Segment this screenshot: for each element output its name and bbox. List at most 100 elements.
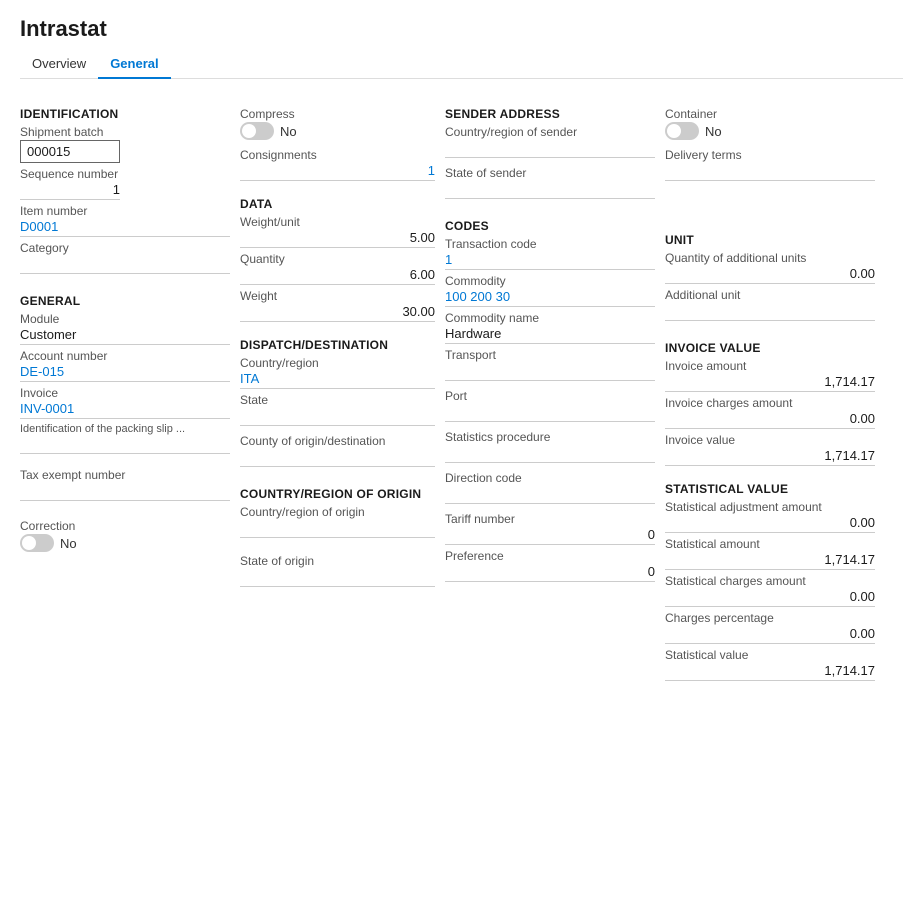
state-of-origin-value xyxy=(240,569,435,587)
packing-slip-label: Identification of the packing slip ... xyxy=(20,423,230,435)
invoice-charges-field: Invoice charges amount 0.00 xyxy=(665,396,875,429)
consignments-label: Consignments xyxy=(240,148,435,162)
item-number-value[interactable]: D0001 xyxy=(20,219,230,237)
county-label: County of origin/destination xyxy=(240,434,435,448)
statistics-procedure-field: Statistics procedure xyxy=(445,430,655,467)
charges-percentage-label: Charges percentage xyxy=(665,611,875,625)
module-value: Customer xyxy=(20,327,230,345)
tariff-number-field: Tariff number 0 xyxy=(445,512,655,545)
state-sender-label: State of sender xyxy=(445,166,655,180)
state-of-origin-label: State of origin xyxy=(240,554,435,568)
col-unit: Container No Delivery terms UNIT Quantit… xyxy=(665,95,875,685)
container-toggle-label: No xyxy=(705,124,722,139)
preference-value: 0 xyxy=(445,564,655,582)
transaction-code-field: Transaction code 1 xyxy=(445,237,655,270)
account-number-label: Account number xyxy=(20,349,230,363)
col-compress: Compress No Consignments 1 DATA Weight/u… xyxy=(240,95,435,685)
country-region-sender-field: Country/region of sender xyxy=(445,125,655,162)
country-region-sender-value xyxy=(445,140,655,158)
correction-toggle-row: No xyxy=(20,534,230,552)
sequence-number-value: 1 xyxy=(20,182,120,200)
country-region-value[interactable]: ITA xyxy=(240,371,435,389)
compress-toggle-knob xyxy=(242,124,256,138)
compress-toggle-row: No xyxy=(240,122,435,140)
stat-value-value: 1,714.17 xyxy=(665,663,875,681)
commodity-field: Commodity 100 200 30 xyxy=(445,274,655,307)
statistics-procedure-label: Statistics procedure xyxy=(445,430,655,444)
shipment-batch-input[interactable] xyxy=(20,140,120,163)
state-sender-value xyxy=(445,181,655,199)
direction-code-value xyxy=(445,486,655,504)
state-label: State xyxy=(240,393,435,407)
account-number-value[interactable]: DE-015 xyxy=(20,364,230,382)
weight-unit-field: Weight/unit 5.00 xyxy=(240,215,435,248)
tab-overview[interactable]: Overview xyxy=(20,50,98,79)
port-label: Port xyxy=(445,389,655,403)
transaction-code-value[interactable]: 1 xyxy=(445,252,655,270)
country-region-field: Country/region ITA xyxy=(240,356,435,389)
unit-section-title: UNIT xyxy=(665,233,875,247)
commodity-name-field: Commodity name Hardware xyxy=(445,311,655,344)
stat-charges-label: Statistical charges amount xyxy=(665,574,875,588)
consignments-value[interactable]: 1 xyxy=(240,163,435,181)
tax-exempt-value xyxy=(20,483,230,501)
page-title: Intrastat xyxy=(20,16,903,42)
container-toggle-knob xyxy=(667,124,681,138)
qty-additional-value: 0.00 xyxy=(665,266,875,284)
sequence-number-label: Sequence number xyxy=(20,167,230,181)
tab-general[interactable]: General xyxy=(98,50,170,79)
container-field: Container No xyxy=(665,107,875,144)
weight-field: Weight 30.00 xyxy=(240,289,435,322)
preference-field: Preference 0 xyxy=(445,549,655,582)
invoice-amount-label: Invoice amount xyxy=(665,359,875,373)
stat-charges-field: Statistical charges amount 0.00 xyxy=(665,574,875,607)
state-value xyxy=(240,408,435,426)
weight-label: Weight xyxy=(240,289,435,303)
state-of-origin-field: State of origin xyxy=(240,554,435,591)
commodity-value[interactable]: 100 200 30 xyxy=(445,289,655,307)
country-region-label: Country/region xyxy=(240,356,435,370)
invoice-amount-value: 1,714.17 xyxy=(665,374,875,392)
identification-section-title: IDENTIFICATION xyxy=(20,107,230,121)
qty-additional-label: Quantity of additional units xyxy=(665,251,875,265)
invoice-value[interactable]: INV-0001 xyxy=(20,401,230,419)
transport-label: Transport xyxy=(445,348,655,362)
packing-slip-field: Identification of the packing slip ... xyxy=(20,423,230,458)
qty-additional-field: Quantity of additional units 0.00 xyxy=(665,251,875,284)
delivery-terms-field: Delivery terms xyxy=(665,148,875,185)
weight-unit-label: Weight/unit xyxy=(240,215,435,229)
additional-unit-value xyxy=(665,303,875,321)
compress-toggle[interactable] xyxy=(240,122,274,140)
invoice-amount-field: Invoice amount 1,714.17 xyxy=(665,359,875,392)
direction-code-label: Direction code xyxy=(445,471,655,485)
statistical-value-section-title: STATISTICAL VALUE xyxy=(665,482,875,496)
tariff-number-value: 0 xyxy=(445,527,655,545)
item-number-field: Item number D0001 xyxy=(20,204,230,237)
tab-bar: Overview General xyxy=(20,50,903,79)
country-region-sender-label: Country/region of sender xyxy=(445,125,655,139)
country-region-origin-label: Country/region of origin xyxy=(240,505,435,519)
correction-field: Correction No xyxy=(20,519,230,556)
direction-code-field: Direction code xyxy=(445,471,655,508)
invoice-label: Invoice xyxy=(20,386,230,400)
state-field: State xyxy=(240,393,435,430)
country-region-origin-value xyxy=(240,520,435,538)
additional-unit-label: Additional unit xyxy=(665,288,875,302)
quantity-label: Quantity xyxy=(240,252,435,266)
container-toggle[interactable] xyxy=(665,122,699,140)
shipment-batch-label: Shipment batch xyxy=(20,125,230,139)
sender-address-section-title: SENDER ADDRESS xyxy=(445,107,655,121)
consignments-field: Consignments 1 xyxy=(240,148,435,181)
compress-toggle-label: No xyxy=(280,124,297,139)
col-identification: IDENTIFICATION Shipment batch Sequence n… xyxy=(20,95,230,685)
col-sender: SENDER ADDRESS Country/region of sender … xyxy=(445,95,655,685)
compress-label: Compress xyxy=(240,107,435,121)
county-value xyxy=(240,449,435,467)
state-sender-field: State of sender xyxy=(445,166,655,203)
module-field: Module Customer xyxy=(20,312,230,345)
invoice-charges-label: Invoice charges amount xyxy=(665,396,875,410)
additional-unit-field: Additional unit xyxy=(665,288,875,325)
correction-toggle[interactable] xyxy=(20,534,54,552)
transport-field: Transport xyxy=(445,348,655,385)
stat-adjustment-label: Statistical adjustment amount xyxy=(665,500,875,514)
